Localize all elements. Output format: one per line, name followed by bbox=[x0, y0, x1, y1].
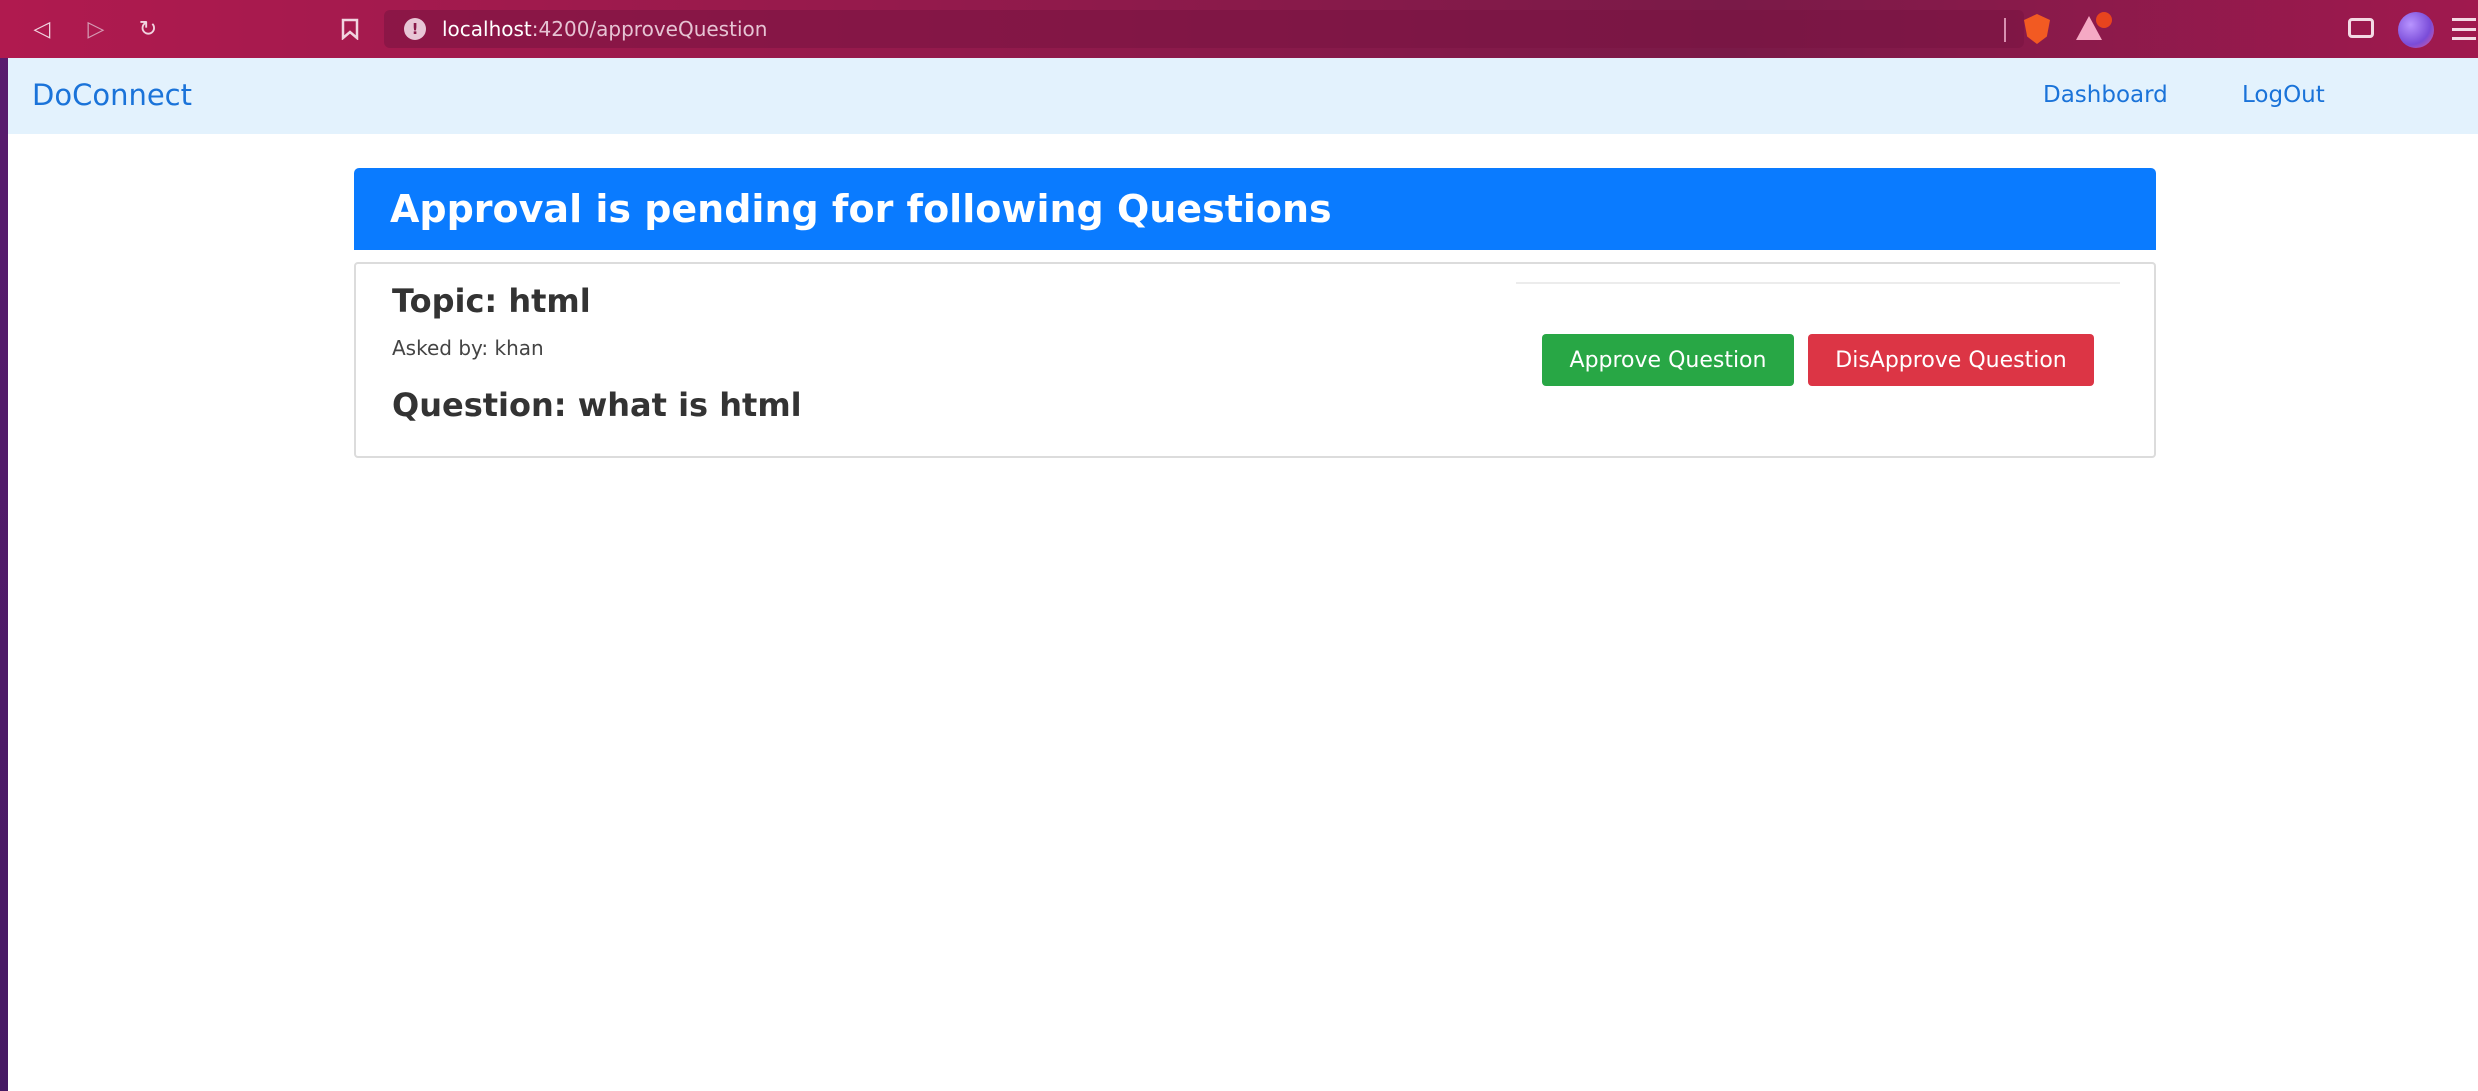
page-viewport: DoConnect Dashboard LogOut Approval is p… bbox=[8, 58, 2478, 1091]
notification-badge bbox=[2096, 12, 2112, 28]
menu-icon[interactable] bbox=[2452, 18, 2476, 40]
profile-icon[interactable] bbox=[2398, 12, 2434, 48]
navbar: DoConnect Dashboard LogOut bbox=[8, 58, 2478, 134]
question-asked-by: Asked by: khan bbox=[392, 336, 544, 360]
nav-link-dashboard[interactable]: Dashboard bbox=[2043, 82, 2168, 108]
question-text: Question: what is html bbox=[392, 386, 802, 424]
wallet-icon[interactable] bbox=[2348, 18, 2374, 38]
question-card: Topic: html Asked by: khan Question: wha… bbox=[354, 262, 2156, 458]
nav-link-logout[interactable]: LogOut bbox=[2242, 82, 2325, 108]
reload-icon[interactable]: ↻ bbox=[128, 9, 168, 49]
back-icon[interactable]: ◁ bbox=[22, 9, 62, 49]
brand-link[interactable]: DoConnect bbox=[32, 78, 192, 112]
bookmark-icon[interactable] bbox=[330, 9, 370, 49]
url-text[interactable]: localhost:4200/approveQuestion bbox=[442, 17, 767, 41]
forward-icon[interactable]: ▷ bbox=[76, 9, 116, 49]
question-topic: Topic: html bbox=[392, 282, 591, 320]
disapprove-question-button[interactable]: DisApprove Question bbox=[1808, 334, 2094, 386]
browser-toolbar: ◁ ▷ ↻ ! localhost:4200/approveQuestion bbox=[0, 0, 2478, 58]
brave-shields-icon[interactable] bbox=[2024, 14, 2050, 44]
url-path: :4200/approveQuestion bbox=[531, 17, 768, 41]
approve-question-button[interactable]: Approve Question bbox=[1542, 334, 1794, 386]
page-title: Approval is pending for following Questi… bbox=[390, 187, 1332, 231]
url-host: localhost bbox=[442, 17, 532, 41]
pending-approval-header: Approval is pending for following Questi… bbox=[354, 168, 2156, 250]
address-bar[interactable]: ! localhost:4200/approveQuestion bbox=[384, 10, 2024, 48]
info-icon[interactable]: ! bbox=[404, 18, 426, 40]
divider bbox=[1516, 282, 2120, 284]
toolbar-divider bbox=[2004, 18, 2006, 42]
